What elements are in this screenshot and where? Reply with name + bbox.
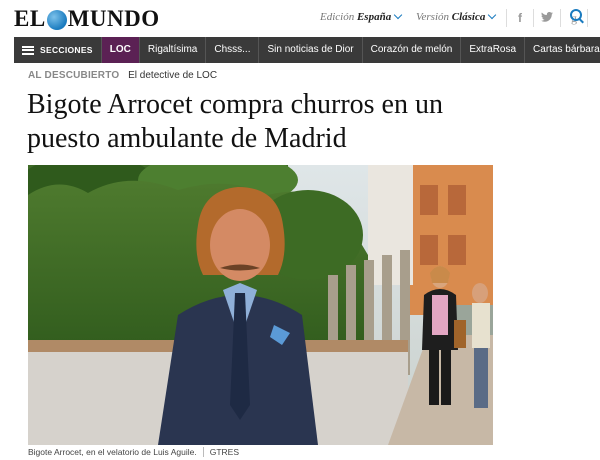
el-mundo-logo[interactable]: EL MUNDO: [14, 6, 160, 32]
logo-text-left: EL: [14, 6, 46, 31]
logo-text-right: MUNDO: [67, 6, 160, 31]
sections-label: SECCIONES: [40, 45, 93, 55]
article-headline: Bigote Arrocet compra churros en un pues…: [27, 89, 443, 154]
edition-selector[interactable]: Edición España: [320, 10, 403, 23]
nav-item-extrarosa[interactable]: ExtraRosa: [461, 37, 526, 63]
photo-credit: GTRES: [202, 447, 239, 457]
nav-item-chsss[interactable]: Chsss...: [206, 37, 260, 63]
photo-caption: Bigote Arrocet, en el velatorio de Luis …: [28, 447, 239, 457]
kicker-subsection[interactable]: El detective de LOC: [128, 70, 217, 81]
twitter-icon[interactable]: [540, 11, 554, 25]
chevron-down-icon: [488, 10, 497, 20]
divider: [587, 9, 588, 27]
hamburger-icon: [22, 45, 34, 55]
divider: [560, 9, 561, 27]
article-photo: [28, 165, 493, 445]
article-kicker: AL DESCUBIERTO El detective de LOC: [28, 70, 217, 81]
globe-icon: [46, 10, 67, 30]
version-value: Clásica: [451, 11, 486, 23]
main-nav: SECCIONES LOC Rigaltísima Chsss... Sin n…: [14, 37, 600, 63]
nav-item-cartas-barbaras[interactable]: Cartas bárbaras: [525, 37, 600, 63]
photo-illustration: [28, 165, 493, 445]
search-icon[interactable]: [570, 9, 582, 21]
nav-item-sin-noticias-de-dior[interactable]: Sin noticias de Dior: [259, 37, 363, 63]
divider: [533, 9, 534, 27]
nav-item-loc[interactable]: LOC: [101, 37, 140, 63]
version-selector[interactable]: Versión Clásica: [416, 10, 497, 23]
kicker-section[interactable]: AL DESCUBIERTO: [28, 70, 119, 81]
edition-value: España: [356, 11, 392, 23]
chevron-down-icon: [393, 10, 403, 20]
edition-label: Edición: [320, 11, 355, 23]
facebook-icon[interactable]: f: [513, 11, 527, 25]
top-bar: EL MUNDO Edición España Versión Clásica …: [0, 0, 600, 36]
sections-menu-button[interactable]: SECCIONES: [14, 37, 102, 63]
nav-item-corazon-de-melon[interactable]: Corazón de melón: [363, 37, 462, 63]
divider: [506, 9, 507, 27]
nav-item-rigaltisima[interactable]: Rigaltísima: [140, 37, 207, 63]
caption-text: Bigote Arrocet, en el velatorio de Luis …: [28, 447, 197, 457]
version-label: Versión: [416, 11, 449, 23]
